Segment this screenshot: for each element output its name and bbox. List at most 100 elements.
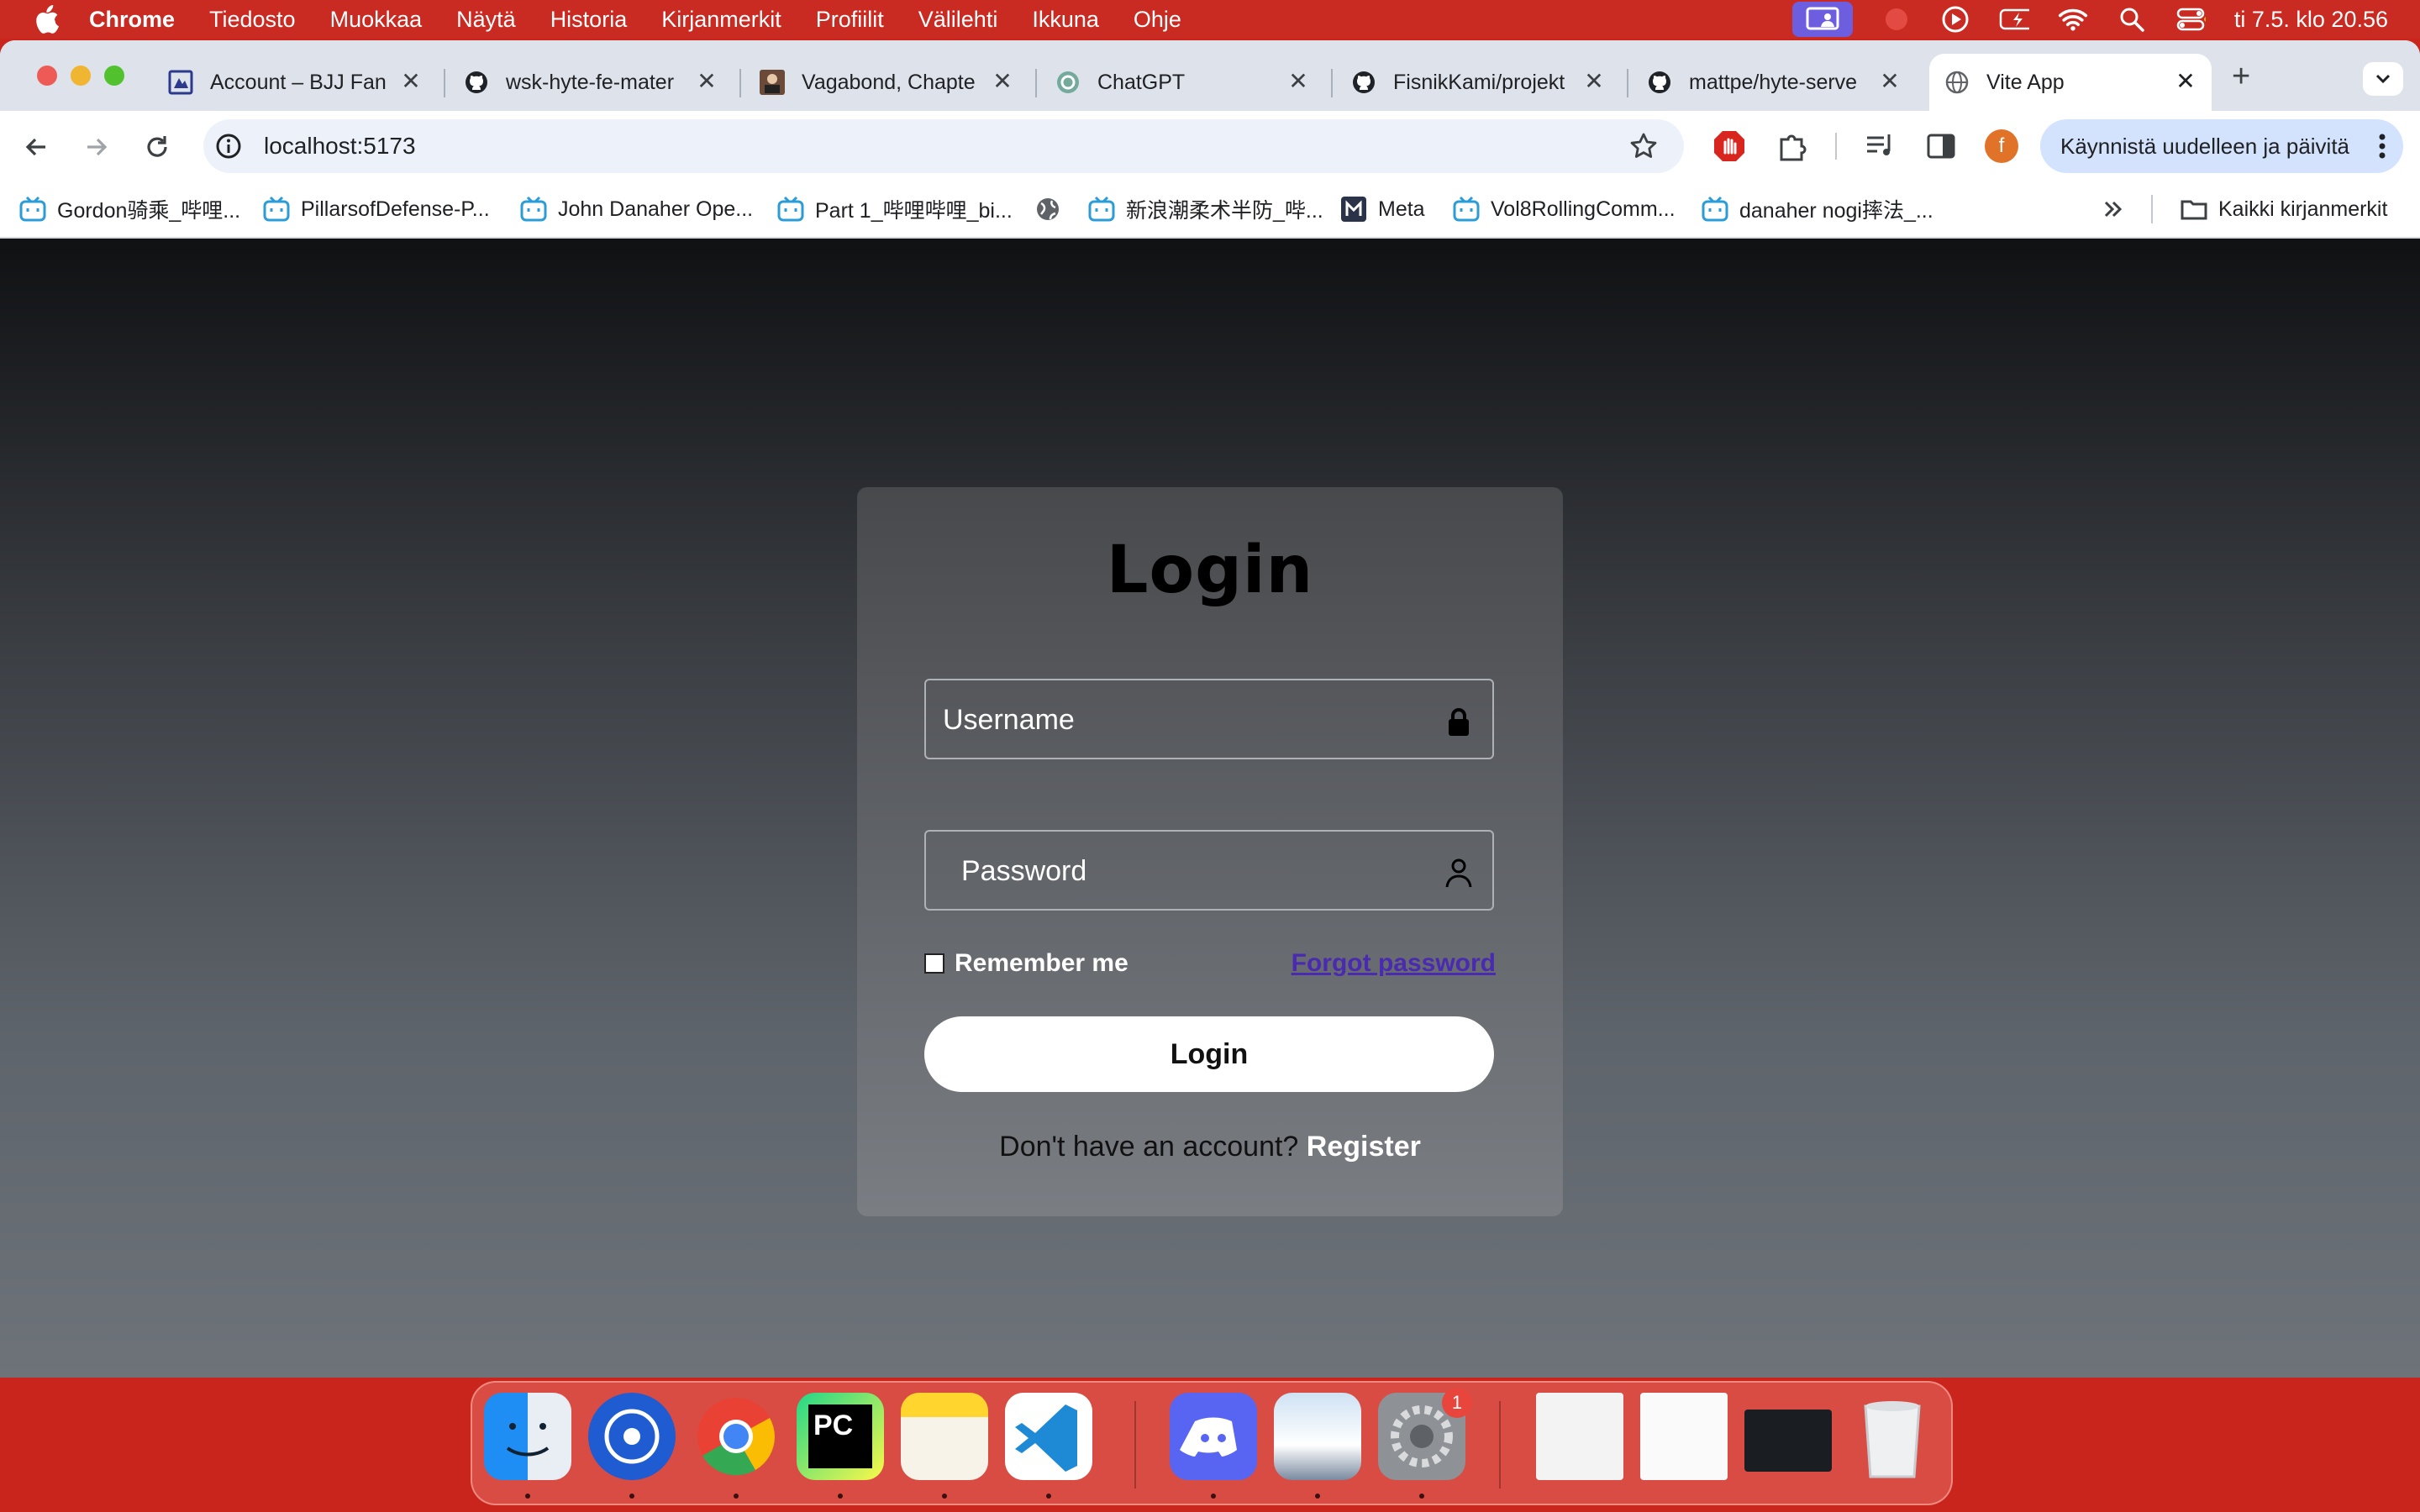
terminal-thumbnail[interactable] [1744,1410,1832,1472]
menu-historia[interactable]: Historia [550,7,628,33]
update-button[interactable]: Käynnistä uudelleen ja päivitä [2040,119,2403,173]
badge-count: 1 [1451,1392,1463,1413]
extensions-icon[interactable] [1775,129,1808,163]
bookmark-item[interactable]: Vol8RollingComm... [1452,193,1676,225]
menu-tiedosto[interactable]: Tiedosto [209,7,296,33]
menu-nayta[interactable]: Näytä [456,7,516,33]
running-indicator [1046,1494,1051,1499]
record-icon[interactable] [1881,4,1912,34]
forward-icon[interactable] [82,133,111,161]
menu-muokkaa[interactable]: Muokkaa [330,7,423,33]
dock: PC 1 [471,1381,1953,1505]
finder-icon[interactable] [484,1393,571,1480]
profile-initial: f [1998,134,2005,157]
more-vertical-icon[interactable] [2378,133,2386,160]
menu-ohje[interactable]: Ohje [1134,7,1181,33]
close-tab-icon[interactable]: ✕ [2173,67,2198,95]
bookmark-item[interactable]: Meta [1339,193,1425,225]
bookmark-item[interactable]: Part 1_哔哩哔哩_bi... [776,193,1013,225]
close-tab-icon[interactable]: ✕ [990,67,1015,95]
register-link[interactable]: Register [1307,1131,1421,1163]
running-indicator [1211,1494,1216,1499]
bookmark-item[interactable]: Gordon骑乘_哔哩... [18,193,240,225]
pycharm-icon[interactable]: PC [797,1393,884,1480]
adblock-extension-icon[interactable] [1712,129,1746,163]
more-bookmarks-icon[interactable] [2101,197,2126,222]
notes-icon[interactable] [901,1393,988,1480]
bookmark-star-icon[interactable] [1628,131,1659,161]
apple-icon[interactable] [34,5,59,34]
control-center-icon[interactable] [2175,4,2206,34]
kodi-icon[interactable] [588,1393,676,1480]
close-tab-icon[interactable]: ✕ [694,67,719,95]
minimize-window-button[interactable] [71,66,91,86]
profile-avatar[interactable]: f [1985,129,2018,163]
tab-mattpe[interactable]: mattpe/hyte-serve ✕ [1647,54,1902,111]
close-tab-icon[interactable]: ✕ [1286,67,1311,95]
bookmark-item[interactable]: 新浪潮柔术半防_哔... [1087,193,1323,225]
username-input[interactable]: Username [924,679,1494,759]
running-indicator [734,1494,739,1499]
globe-icon [1945,71,1969,94]
chrome-icon[interactable] [692,1393,780,1480]
new-tab-button[interactable]: + [2232,59,2250,95]
notification-badge: 1 [1442,1388,1472,1418]
tab-bjj-account[interactable]: Account – BJJ Fan ✕ [168,54,424,111]
tab-wsk-hyte[interactable]: wsk-hyte-fe-mater ✕ [464,54,719,111]
close-window-button[interactable] [37,66,57,86]
bookmark-item[interactable] [1034,193,1072,225]
play-icon[interactable] [1940,4,1970,34]
screen-share-icon[interactable] [1791,2,1853,37]
discord-icon[interactable] [1170,1393,1257,1480]
trash-icon[interactable] [1849,1393,1936,1480]
side-panel-icon[interactable] [1926,131,1956,161]
remember-me-checkbox[interactable] [924,953,944,974]
back-icon[interactable] [22,133,50,161]
all-bookmarks[interactable]: Kaikki kirjanmerkit [2180,193,2387,225]
menu-chrome[interactable]: Chrome [89,7,175,33]
preview-icon[interactable] [1274,1393,1361,1480]
folder-icon [2181,200,2207,220]
wifi-icon[interactable] [2058,4,2088,34]
menu-ikkuna[interactable]: Ikkuna [1032,7,1099,33]
document-thumbnail[interactable] [1536,1393,1623,1480]
search-icon[interactable] [2117,4,2147,34]
password-input[interactable]: Password [924,830,1494,911]
site-info-icon[interactable] [215,133,242,160]
document-thumbnail[interactable] [1640,1393,1728,1480]
menu-kirjanmerkit[interactable]: Kirjanmerkit [661,7,781,33]
forgot-password-link[interactable]: Forgot password [1292,949,1496,978]
tab-title: wsk-hyte-fe-mater [506,70,675,94]
tab-title: FisnikKami/projekt [1393,70,1565,94]
bookmark-item[interactable]: John Danaher Ope... [519,193,753,225]
address-bar[interactable]: localhost:5173 [203,119,1684,173]
tab-fisnikkami[interactable]: FisnikKami/projekt ✕ [1351,54,1607,111]
reload-icon[interactable] [143,133,171,161]
bookmark-label: PillarsofDefense-P... [301,197,490,221]
url-text[interactable]: localhost:5173 [264,133,416,160]
menu-valilehti[interactable]: Välilehti [918,7,998,33]
bookmark-item[interactable]: PillarsofDefense-P... [262,193,490,225]
menubar-clock[interactable]: ti 7.5. klo 20.56 [2234,7,2388,33]
tab-search-button[interactable] [2363,62,2403,96]
manga-favicon [760,70,785,95]
close-tab-icon[interactable]: ✕ [1581,67,1607,95]
login-button[interactable]: Login [924,1016,1494,1092]
bjj-favicon [168,70,193,95]
close-tab-icon[interactable]: ✕ [1877,67,1902,95]
tab-vite-app[interactable]: Vite App ✕ [1929,54,2212,111]
tab-divider [444,69,445,97]
battery-icon[interactable] [1999,4,2029,34]
tab-chatgpt[interactable]: ChatGPT ✕ [1055,54,1311,111]
bookmark-item[interactable]: danaher nogi摔法_... [1701,193,1933,225]
browser-window: Account – BJJ Fan ✕ wsk-hyte-fe-mater ✕ … [0,40,2420,1378]
vscode-icon[interactable] [1005,1393,1092,1480]
menu-bar: Chrome Tiedosto Muokkaa Näytä Historia K… [0,0,2420,39]
close-tab-icon[interactable]: ✕ [398,67,424,95]
zoom-window-button[interactable] [104,66,124,86]
menu-profiilit[interactable]: Profiilit [816,7,884,33]
system-settings-icon[interactable]: 1 [1378,1388,1472,1480]
media-controls-icon[interactable] [1864,131,1897,161]
remember-me[interactable]: Remember me [924,949,1128,978]
tab-vagabond[interactable]: Vagabond, Chapte ✕ [760,54,1015,111]
